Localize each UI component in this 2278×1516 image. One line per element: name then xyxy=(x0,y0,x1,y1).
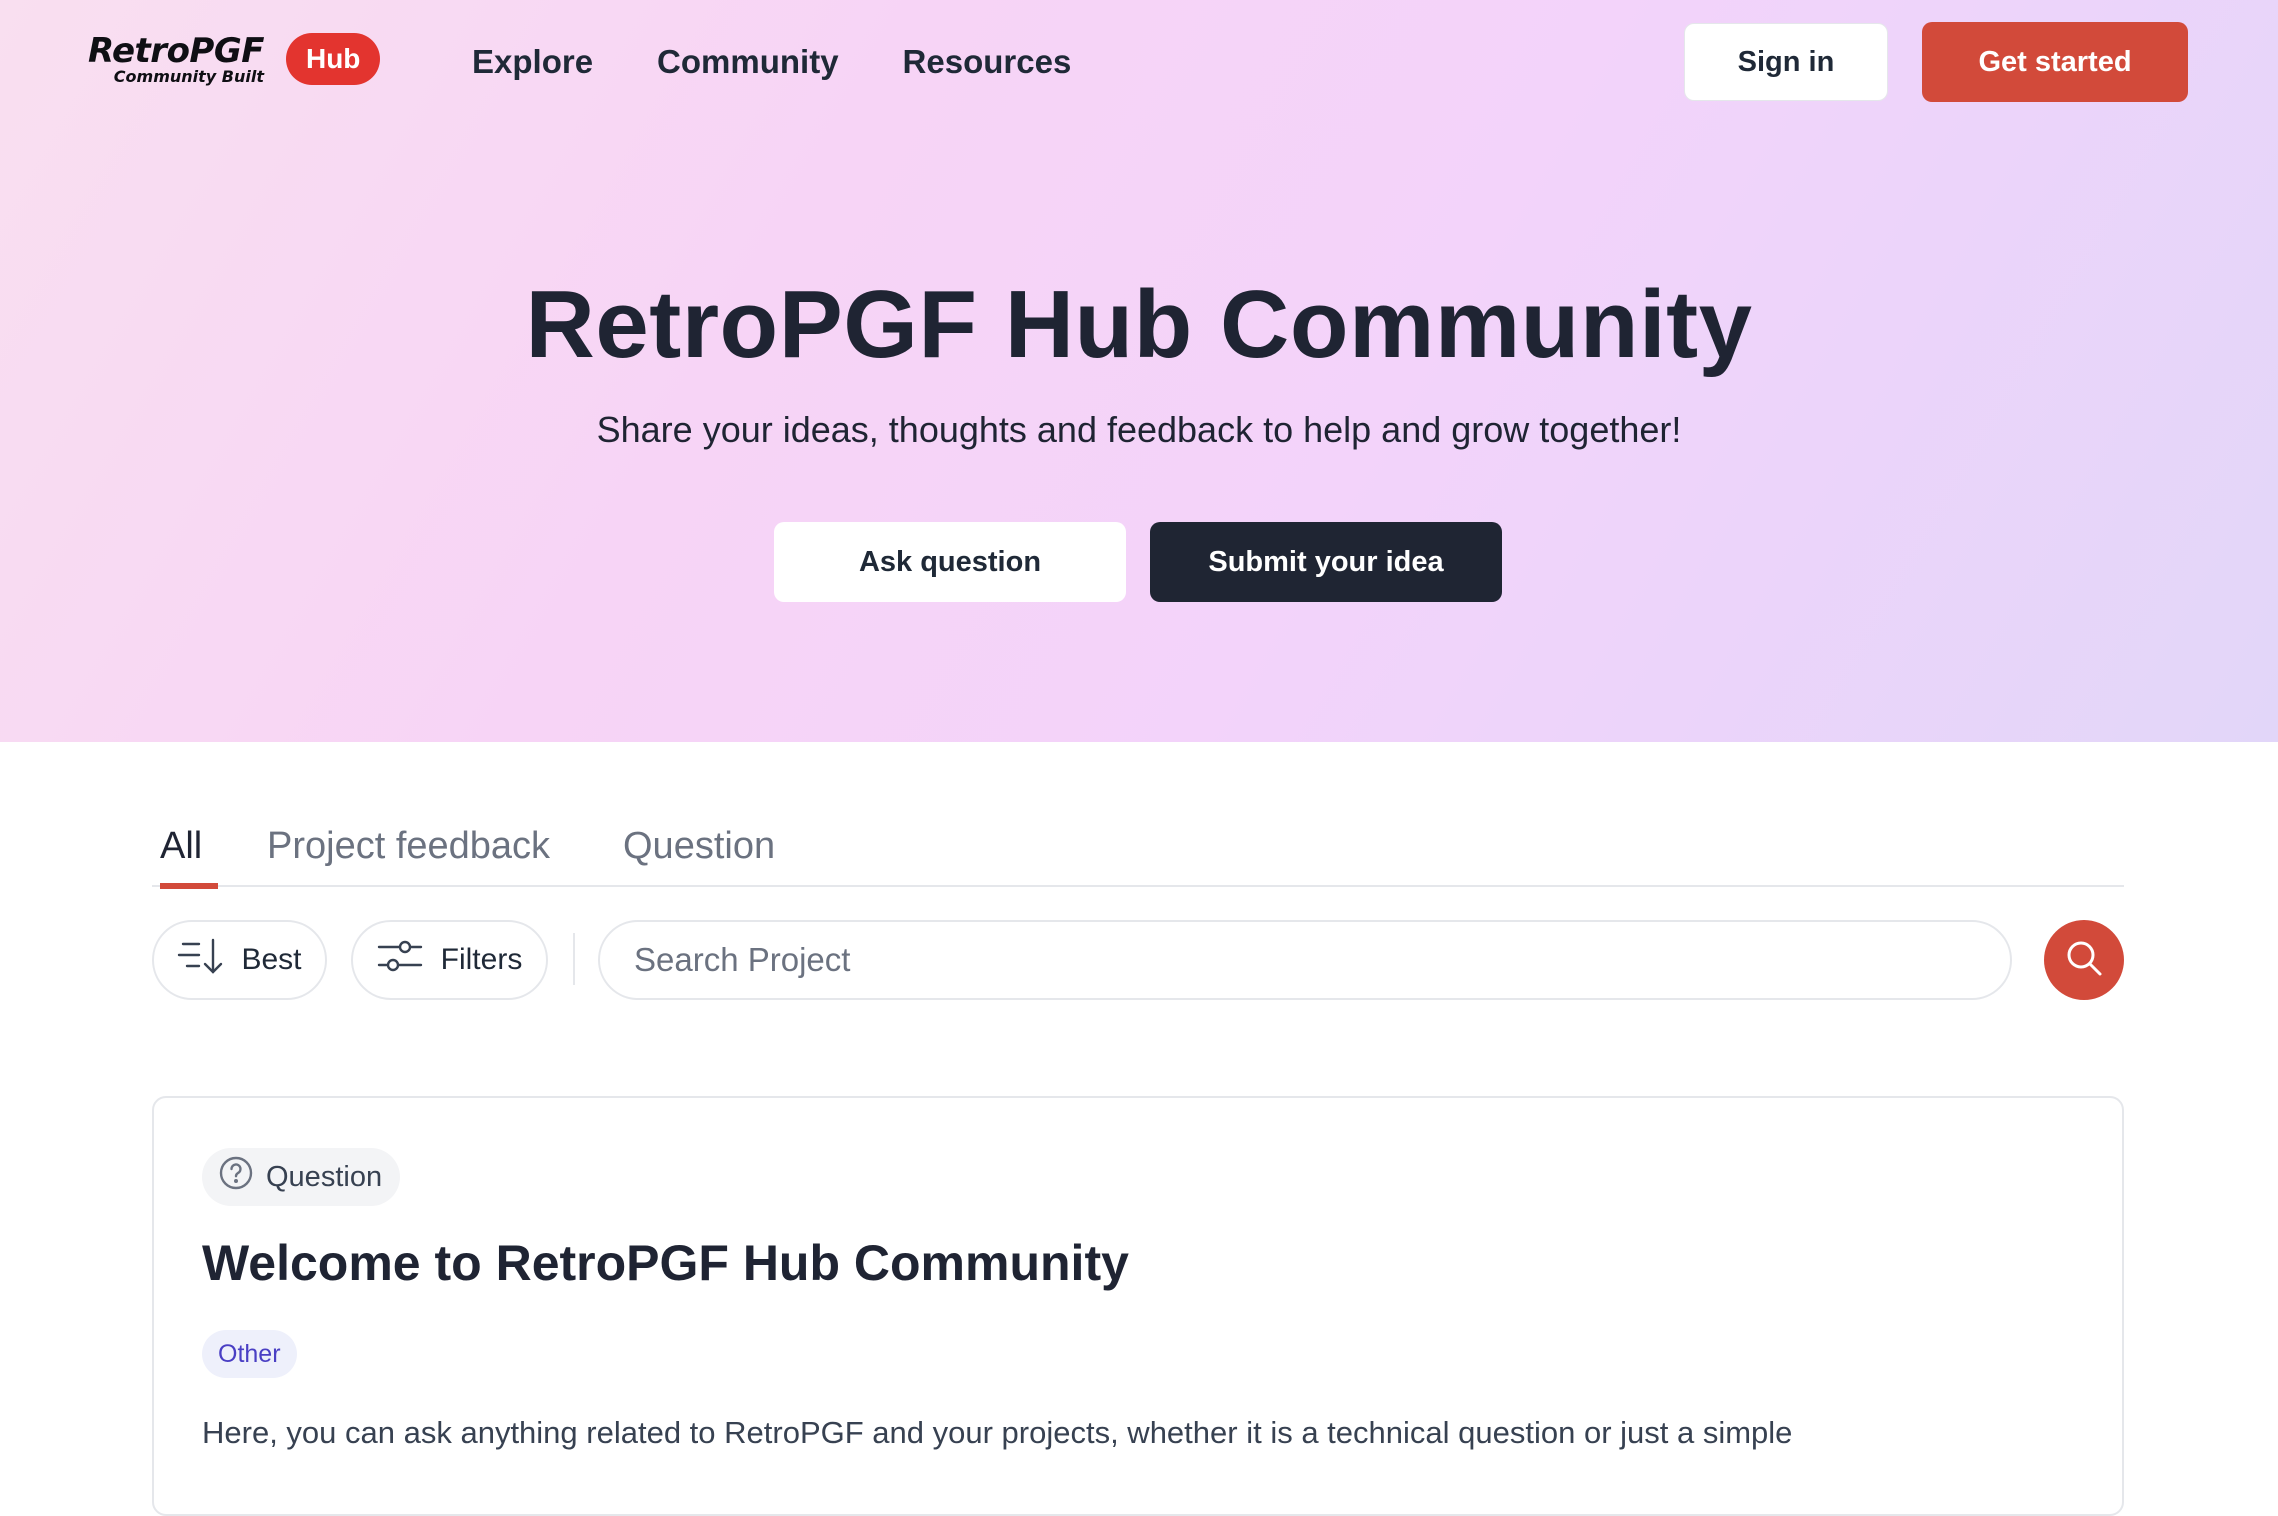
submit-idea-button[interactable]: Submit your idea xyxy=(1150,522,1502,602)
logo-main-text: RetroPGF xyxy=(88,31,264,71)
tab-all-label: All xyxy=(160,825,203,867)
filters-label: Filters xyxy=(440,943,523,976)
active-tab-indicator xyxy=(160,883,218,889)
nav-link-resources[interactable]: Resources xyxy=(903,38,1072,86)
search-icon xyxy=(2065,939,2103,982)
page-subtitle: Share your ideas, thoughts and feedback … xyxy=(596,409,1682,450)
page-title: RetroPGF Hub Community xyxy=(525,271,1753,378)
hero-section: RetroPGF Community Built Hub Explore Com… xyxy=(0,0,2278,742)
nav-link-explore[interactable]: Explore xyxy=(472,38,593,86)
post-type-label: Question xyxy=(266,1160,383,1193)
logo-sub-text: Community Built xyxy=(113,67,264,86)
post-type-badge: Question xyxy=(202,1148,401,1206)
tab-project-feedback[interactable]: Project feedback xyxy=(267,805,550,887)
ask-question-button[interactable]: Ask question xyxy=(774,522,1126,602)
filters-button[interactable]: Filters xyxy=(351,920,548,1000)
category-tabs: All Project feedback Question xyxy=(152,805,2124,889)
toolbar-divider xyxy=(573,933,575,985)
search-input[interactable] xyxy=(598,920,2012,1000)
sort-descending-icon xyxy=(177,936,223,984)
logo-wordmark: RetroPGF Community Built xyxy=(88,32,264,86)
question-circle-icon xyxy=(218,1155,254,1199)
logo[interactable]: RetroPGF Community Built Hub xyxy=(88,32,381,86)
post-title[interactable]: Welcome to RetroPGF Hub Community xyxy=(202,1228,1129,1298)
post-excerpt: Here, you can ask anything related to Re… xyxy=(202,1415,1793,1450)
post-tag[interactable]: Other xyxy=(202,1330,297,1378)
tab-all[interactable]: All xyxy=(160,805,218,889)
nav-link-community[interactable]: Community xyxy=(657,38,839,86)
post-card[interactable]: Question Welcome to RetroPGF Hub Communi… xyxy=(152,1096,2124,1516)
sign-in-button[interactable]: Sign in xyxy=(1684,23,1888,101)
search-button[interactable] xyxy=(2044,920,2124,1000)
tab-question[interactable]: Question xyxy=(623,805,775,887)
sort-button[interactable]: Best xyxy=(152,920,327,1000)
sliders-icon xyxy=(377,936,423,984)
sort-label: Best xyxy=(241,943,302,976)
main-nav: Explore Community Resources xyxy=(472,38,1071,86)
hub-badge: Hub xyxy=(285,33,381,85)
get-started-button[interactable]: Get started xyxy=(1922,22,2188,102)
